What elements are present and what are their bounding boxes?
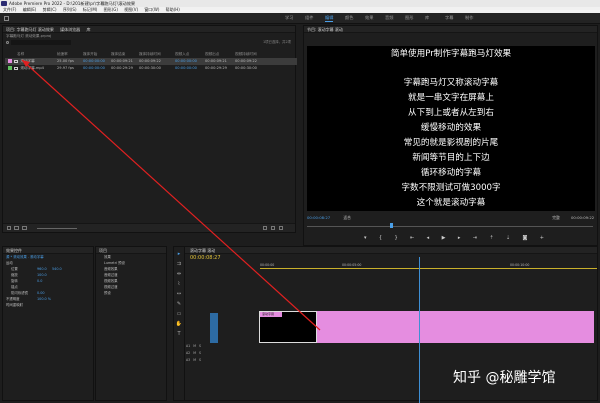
watermark: 知乎 @秘雕学馆 xyxy=(453,370,556,386)
annotation-arrow xyxy=(21,59,321,331)
